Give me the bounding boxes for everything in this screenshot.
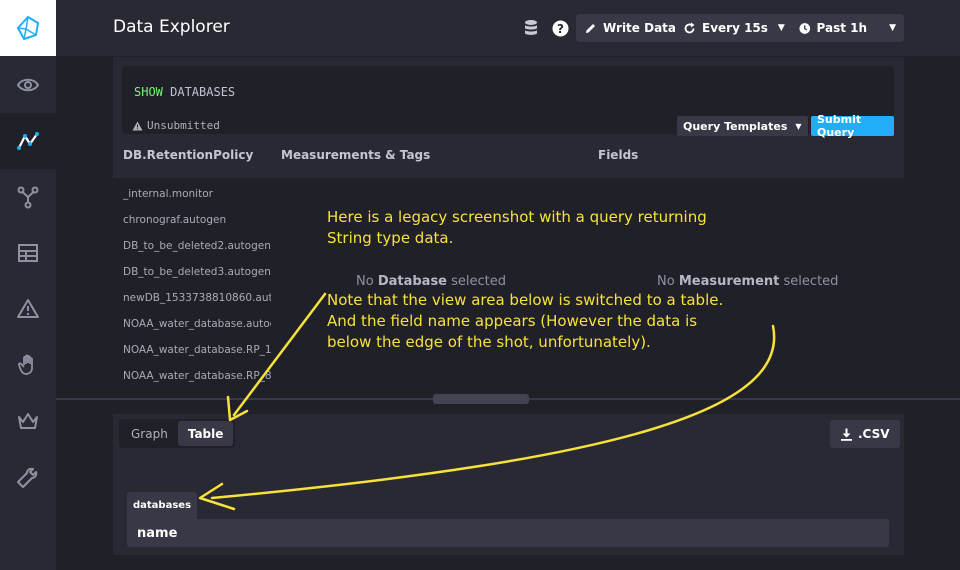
hand-icon [18, 354, 33, 375]
db-item[interactable]: NOAA_water_database.RP_8 [123, 370, 271, 382]
write-data-button[interactable]: Write Data [576, 14, 685, 42]
clock-icon [799, 22, 811, 34]
query-rest: DATABASES [162, 85, 236, 99]
caret-down-icon: ▼ [795, 121, 802, 131]
wrench-icon [17, 467, 38, 488]
crown-icon [18, 413, 38, 429]
csv-download-button[interactable]: .CSV [830, 420, 900, 448]
source-selector[interactable] [521, 18, 541, 38]
annotation-text-1: Here is a legacy screenshot with a query… [327, 207, 707, 249]
no-measurement-message: No Measurement selected [657, 274, 838, 289]
query-editor[interactable]: SHOW DATABASES Unsubmitted Query Templat… [122, 66, 894, 139]
graph-tab[interactable]: Graph [121, 421, 178, 446]
view-toggle: Graph Table [119, 419, 236, 448]
annotation-line: String type data. [327, 229, 454, 247]
nav-admin[interactable] [0, 393, 56, 449]
sidebar [0, 0, 56, 570]
logo[interactable] [0, 0, 56, 56]
pencil-icon [586, 23, 595, 33]
warning-icon [132, 121, 143, 130]
query-keyword: SHOW [134, 85, 163, 99]
dashboard-grid-icon [18, 244, 38, 262]
annotation-text-2: Note that the view area below is switche… [327, 290, 723, 353]
time-range-dropdown[interactable]: Past 1h ▼ [791, 14, 904, 42]
no-db-post: selected [447, 274, 507, 289]
download-icon [841, 428, 852, 441]
help-icon: ? [552, 20, 568, 36]
visualization-panel: Graph Table .CSV databases name [113, 414, 904, 555]
caret-down-icon: ▼ [889, 23, 896, 33]
csv-label: .CSV [858, 427, 890, 441]
table-tab[interactable]: Table [177, 421, 234, 446]
query-status: Unsubmitted [132, 119, 220, 132]
fields-column-header: Fields [598, 148, 639, 162]
annotation-line: Note that the view area below is switche… [327, 291, 724, 309]
no-db-pre: No [356, 274, 378, 289]
db-item[interactable]: NOAA_water_database.RP_15 [123, 344, 271, 356]
annotation-line: Here is a legacy screenshot with a query… [327, 208, 707, 226]
submit-query-button[interactable]: Submit Query [811, 113, 894, 139]
influx-logo-icon [16, 15, 40, 41]
query-text[interactable]: SHOW DATABASES [134, 85, 235, 99]
eye-icon [16, 78, 40, 92]
refresh-label: Every 15s [702, 21, 768, 35]
measurements-column-header: Measurements & Tags [281, 148, 431, 162]
nav-dashboards[interactable] [0, 225, 56, 281]
nav-flux[interactable] [0, 169, 56, 225]
table-header: name [127, 519, 889, 547]
no-meas-pre: No [657, 274, 679, 289]
nav-log-viewer[interactable] [0, 337, 56, 393]
auto-refresh-dropdown[interactable]: Every 15s ▼ [675, 14, 793, 42]
refresh-icon [684, 22, 695, 33]
resizer-handle[interactable] [433, 394, 529, 404]
no-meas-strong: Measurement [678, 274, 780, 289]
help-button[interactable]: ? [550, 18, 570, 38]
db-item[interactable]: _internal.monitor [123, 188, 271, 200]
series-tab[interactable]: databases [127, 492, 198, 519]
alert-triangle-icon [17, 299, 39, 318]
write-data-label: Write Data [603, 21, 677, 35]
page-header: Data Explorer ? Write Data Every 15s ▼ P… [56, 0, 960, 56]
page-title: Data Explorer [113, 17, 230, 37]
annotation-line: below the edge of the shot, unfortunatel… [327, 333, 651, 351]
nav-configuration[interactable] [0, 449, 56, 505]
query-status-text: Unsubmitted [147, 119, 220, 132]
nav-host-list[interactable] [0, 57, 56, 113]
db-item[interactable]: DB_to_be_deleted2.autogen [123, 240, 271, 252]
query-templates-label: Query Templates [683, 119, 788, 133]
query-templates-dropdown[interactable]: Query Templates ▼ [677, 116, 808, 136]
no-db-strong: Database [377, 274, 447, 289]
fork-icon [17, 186, 39, 209]
db-item[interactable]: NOAA_water_database.autogen [123, 318, 271, 330]
db-column-header: DB.RetentionPolicy [123, 148, 254, 162]
database-icon [525, 20, 537, 35]
db-item[interactable]: DB_to_be_deleted3.autogen [123, 266, 271, 278]
nav-data-explorer[interactable] [0, 113, 56, 169]
annotation-line: And the field name appears (However the … [327, 312, 698, 330]
db-item[interactable]: newDB_1533738810860.autogen [123, 292, 271, 304]
no-database-message: No Database selected [356, 274, 506, 289]
table-column-header[interactable]: name [137, 526, 177, 541]
graph-icon [17, 132, 39, 150]
no-meas-post: selected [779, 274, 839, 289]
nav-alerting[interactable] [0, 281, 56, 337]
db-item[interactable]: chronograf.autogen [123, 214, 271, 226]
svg-text:?: ? [557, 22, 564, 36]
time-range-label: Past 1h [816, 21, 868, 35]
caret-down-icon: ▼ [777, 23, 785, 33]
